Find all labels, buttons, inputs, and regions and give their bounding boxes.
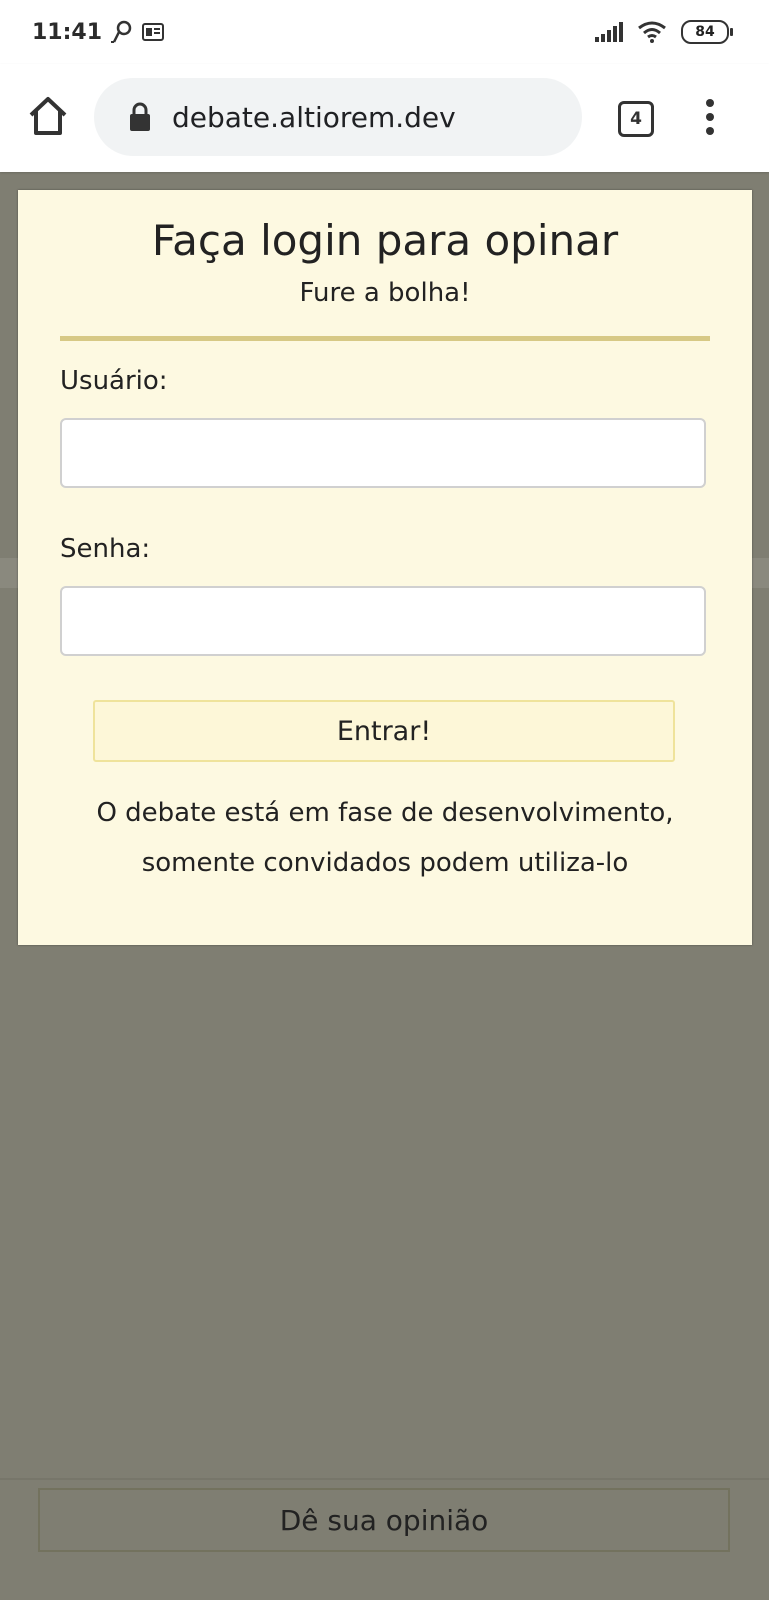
login-dialog: Faça login para opinar Fure a bolha! Usu…: [18, 190, 752, 945]
development-notice: O debate está em fase de desenvolvimento…: [18, 788, 752, 888]
username-label: Usuário:: [60, 366, 168, 396]
notice-line-2: somente convidados podem utiliza-lo: [141, 848, 629, 878]
status-time: 11:41: [32, 20, 103, 45]
login-subtitle: Fure a bolha!: [299, 278, 471, 308]
notice-line-1: O debate está em fase de desenvolvimento…: [96, 798, 674, 828]
username-input[interactable]: [60, 418, 706, 488]
status-bar: 11:41 84: [0, 0, 769, 64]
lock-icon: [130, 102, 150, 131]
password-input[interactable]: [60, 586, 706, 656]
login-title: Faça login para opinar: [151, 216, 619, 265]
overflow-menu-icon[interactable]: [704, 99, 716, 135]
address-bar[interactable]: debate.altiorem.dev: [94, 78, 582, 156]
battery-indicator: 84: [681, 20, 733, 44]
status-notification-icons: [110, 20, 164, 44]
password-label: Senha:: [60, 534, 151, 564]
browser-toolbar: debate.altiorem.dev 4: [0, 64, 769, 172]
divider: [60, 336, 710, 341]
bottom-divider: [0, 1478, 769, 1480]
key-icon: [111, 20, 132, 43]
home-icon[interactable]: [26, 94, 70, 138]
give-opinion-button[interactable]: Dê sua opinião: [38, 1488, 730, 1552]
news-icon: [142, 23, 164, 41]
status-system-icons: 84: [595, 20, 733, 44]
tab-switcher-button[interactable]: 4: [618, 101, 654, 137]
login-button[interactable]: Entrar!: [93, 700, 675, 762]
wifi-icon: [638, 21, 666, 43]
signal-icon: [595, 22, 623, 42]
url-text: debate.altiorem.dev: [172, 100, 456, 134]
